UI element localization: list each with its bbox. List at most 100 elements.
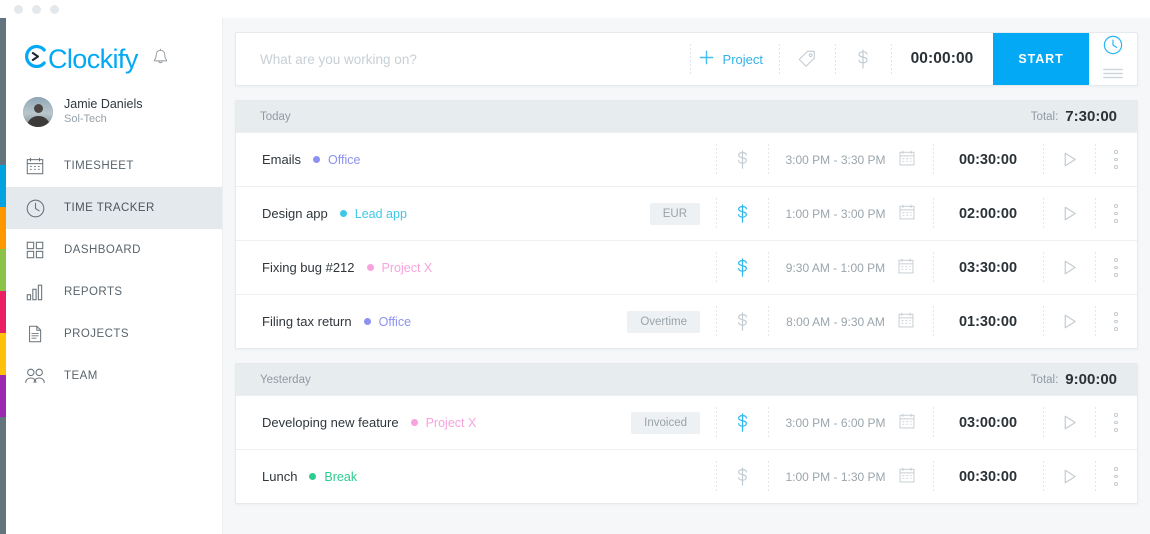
entry-time-range[interactable]: 1:00 PM - 1:30 PM (768, 450, 933, 503)
entry-duration[interactable]: 03:00:00 (933, 396, 1043, 449)
calendar-icon[interactable] (897, 311, 915, 332)
entry-billable-dollar-icon[interactable] (716, 450, 768, 503)
sidebar-item-label: DASHBOARD (64, 244, 141, 256)
add-project-button[interactable]: Project (690, 33, 779, 85)
timer-bar: Project 00:00:00 START (235, 32, 1138, 86)
sidebar-nav: TIMESHEET TIME TRACKER DASHBOARD REPORTS… (6, 145, 222, 397)
sidebar-item-team[interactable]: TEAM (6, 355, 222, 397)
timer-description-input[interactable] (236, 33, 690, 85)
kebab-menu-icon[interactable] (1095, 450, 1137, 503)
timer-duration[interactable]: 00:00:00 (891, 33, 993, 85)
calendar-icon[interactable] (898, 149, 916, 170)
day-total-label: Total: (1031, 374, 1059, 386)
sidebar-item-label: TIMESHEET (64, 160, 134, 172)
app-body: Clockify Jamie Daniels Sol-Tech (0, 18, 1150, 534)
project-color-dot (364, 318, 371, 325)
entry-title[interactable]: Filing tax return (262, 314, 352, 329)
calendar-icon[interactable] (897, 257, 915, 278)
entry-tag[interactable]: Overtime (627, 311, 700, 333)
timer-mode-toggle[interactable] (1089, 33, 1137, 85)
entry-project-label: Office (328, 153, 360, 167)
time-entry-row: Filing tax return Office Overtime 8:00 A… (236, 294, 1137, 348)
billable-dollar-icon[interactable] (835, 33, 891, 85)
entry-time-range[interactable]: 1:00 PM - 3:00 PM (768, 187, 933, 240)
kebab-menu-icon[interactable] (1095, 396, 1137, 449)
clockify-logo-mark (24, 44, 47, 75)
entry-title[interactable]: Fixing bug #212 (262, 260, 355, 275)
kebab-menu-icon[interactable] (1095, 295, 1137, 348)
entry-time-range[interactable]: 3:00 PM - 3:30 PM (768, 133, 933, 186)
entry-duration[interactable]: 01:30:00 (933, 295, 1043, 348)
entry-duration[interactable]: 00:30:00 (933, 133, 1043, 186)
entry-time-range[interactable]: 9:30 AM - 1:00 PM (768, 241, 933, 294)
user-profile[interactable]: Jamie Daniels Sol-Tech (6, 75, 222, 127)
sidebar-item-label: PROJECTS (64, 328, 129, 340)
entry-project[interactable]: Lead app (340, 207, 407, 221)
kebab-menu-icon[interactable] (1095, 241, 1137, 294)
entry-title[interactable]: Emails (262, 152, 301, 167)
entry-time-range[interactable]: 3:00 PM - 6:00 PM (768, 396, 933, 449)
entry-billable-dollar-icon[interactable] (716, 295, 768, 348)
entry-description[interactable]: Design app Lead app (236, 187, 650, 240)
clock-icon (24, 197, 46, 219)
entry-project[interactable]: Office (313, 153, 360, 167)
entry-project[interactable]: Break (309, 470, 357, 484)
kebab-menu-icon[interactable] (1095, 187, 1137, 240)
entry-tag[interactable]: EUR (650, 203, 700, 225)
entry-billable-dollar-icon[interactable] (716, 133, 768, 186)
time-entry-row: Lunch Break 1:00 PM - 1:30 PM 00:30:00 (236, 449, 1137, 503)
entry-time-range-label: 9:30 AM - 1:00 PM (786, 261, 885, 275)
play-icon[interactable] (1043, 133, 1095, 186)
entry-duration[interactable]: 00:30:00 (933, 450, 1043, 503)
sidebar-item-projects[interactable]: PROJECTS (6, 313, 222, 355)
bell-icon[interactable] (152, 48, 169, 72)
time-entry-row: Design app Lead app EUR 1:00 PM - 3:00 P… (236, 186, 1137, 240)
window-dot-maximize[interactable] (50, 5, 59, 14)
entry-title[interactable]: Lunch (262, 469, 297, 484)
tag-icon[interactable] (779, 33, 835, 85)
play-icon[interactable] (1043, 241, 1095, 294)
list-icon (1102, 66, 1124, 84)
day-total-value: 9:00:00 (1065, 371, 1117, 388)
entry-duration[interactable]: 02:00:00 (933, 187, 1043, 240)
entry-description[interactable]: Filing tax return Office (236, 295, 627, 348)
sidebar-item-time-tracker[interactable]: TIME TRACKER (6, 187, 222, 229)
sidebar-item-dashboard[interactable]: DASHBOARD (6, 229, 222, 271)
sidebar-item-label: REPORTS (64, 286, 123, 298)
entry-tag[interactable]: Invoiced (631, 412, 700, 434)
entry-billable-dollar-icon[interactable] (716, 396, 768, 449)
calendar-icon[interactable] (898, 412, 916, 433)
entry-title[interactable]: Design app (262, 206, 328, 221)
entry-description[interactable]: Emails Office (236, 133, 716, 186)
play-icon[interactable] (1043, 396, 1095, 449)
entry-billable-dollar-icon[interactable] (716, 187, 768, 240)
entry-time-range[interactable]: 8:00 AM - 9:30 AM (768, 295, 933, 348)
calendar-icon[interactable] (898, 466, 916, 487)
entry-description[interactable]: Fixing bug #212 Project X (236, 241, 716, 294)
entry-project[interactable]: Office (364, 315, 411, 329)
clockify-logo[interactable]: Clockify (24, 44, 138, 75)
time-entries-list: Today Total: 7:30:00 Emails Office 3:00 … (235, 100, 1138, 504)
start-button[interactable]: START (993, 33, 1089, 85)
entry-project[interactable]: Project X (411, 416, 477, 430)
entry-project[interactable]: Project X (367, 261, 433, 275)
entry-description[interactable]: Lunch Break (236, 450, 716, 503)
calendar-icon[interactable] (898, 203, 916, 224)
window-dot-minimize[interactable] (32, 5, 41, 14)
sidebar-item-timesheet[interactable]: TIMESHEET (6, 145, 222, 187)
user-org: Sol-Tech (64, 112, 143, 127)
play-icon[interactable] (1043, 295, 1095, 348)
sidebar-item-reports[interactable]: REPORTS (6, 271, 222, 313)
entry-duration[interactable]: 03:30:00 (933, 241, 1043, 294)
sidebar: Clockify Jamie Daniels Sol-Tech (6, 18, 223, 534)
window-dot-close[interactable] (14, 5, 23, 14)
play-icon[interactable] (1043, 450, 1095, 503)
document-icon (24, 323, 46, 345)
play-icon[interactable] (1043, 187, 1095, 240)
kebab-menu-icon[interactable] (1095, 133, 1137, 186)
user-name: Jamie Daniels (64, 97, 143, 112)
entry-billable-dollar-icon[interactable] (716, 241, 768, 294)
entry-title[interactable]: Developing new feature (262, 415, 399, 430)
entry-description[interactable]: Developing new feature Project X (236, 396, 631, 449)
entry-project-label: Lead app (355, 207, 407, 221)
